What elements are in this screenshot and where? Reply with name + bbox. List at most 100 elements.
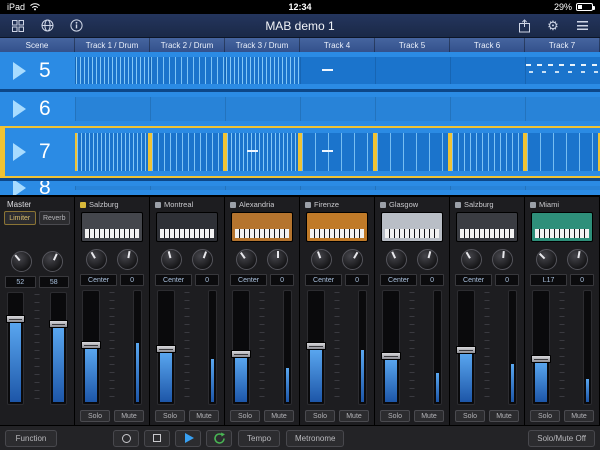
solo-button[interactable]: Solo [380, 410, 410, 422]
channel-knob-1[interactable] [161, 249, 182, 270]
info-icon[interactable] [68, 18, 84, 34]
clip-s6-t2[interactable] [150, 97, 225, 121]
level-display[interactable]: 0 [120, 274, 144, 286]
menu-icon[interactable] [574, 18, 590, 34]
clip-s8-t2[interactable] [150, 186, 225, 190]
channel-knob-1[interactable] [461, 249, 482, 270]
channel-knob-1[interactable] [86, 249, 107, 270]
gadget-thumbnail[interactable] [81, 212, 143, 242]
channel-fader-area[interactable] [307, 290, 367, 405]
clip-s8-t1[interactable] [75, 186, 150, 190]
track-header-7[interactable]: Track 7 [525, 38, 600, 52]
solo-button[interactable]: Solo [155, 410, 185, 422]
gadget-thumbnail[interactable] [381, 212, 443, 242]
mute-button[interactable]: Mute [189, 410, 219, 422]
pan-display[interactable]: Center [305, 274, 342, 286]
pan-display[interactable]: Center [455, 274, 492, 286]
track-header-scene[interactable]: Scene [0, 38, 75, 52]
limiter-button[interactable]: Limiter [4, 211, 36, 225]
scene-matrix-icon[interactable] [10, 18, 26, 34]
pan-display[interactable]: L17 [530, 274, 567, 286]
clip-s5-t3[interactable] [225, 57, 300, 84]
clip-s8-t3[interactable] [225, 186, 300, 190]
level-fader[interactable] [532, 290, 550, 405]
level-fader[interactable] [307, 290, 325, 405]
level-display[interactable]: 0 [495, 274, 519, 286]
channel-fader-area[interactable] [82, 290, 142, 405]
clip-s5-t5[interactable] [375, 57, 450, 84]
channel-knob-2[interactable] [417, 249, 438, 270]
clip-s5-t7[interactable] [525, 57, 600, 84]
master-fader-right[interactable] [50, 292, 67, 405]
clip-s7-t6[interactable] [450, 133, 525, 171]
clip-s6-t6[interactable] [450, 97, 525, 121]
solo-button[interactable]: Solo [230, 410, 260, 422]
master-faders[interactable] [7, 292, 67, 405]
channel-knob-2[interactable] [267, 249, 288, 270]
scene-play-button-7[interactable] [13, 143, 26, 161]
gadget-thumbnail[interactable] [156, 212, 218, 242]
mute-button[interactable]: Mute [489, 410, 519, 422]
track-header-1[interactable]: Track 1 / Drum [75, 38, 150, 52]
level-fader[interactable] [82, 290, 100, 405]
scene-play-button-6[interactable] [13, 100, 26, 118]
channel-fader-area[interactable] [232, 290, 292, 405]
export-icon[interactable] [516, 18, 532, 34]
clip-s7-t3[interactable] [225, 133, 300, 171]
settings-gear-icon[interactable]: ⚙ [545, 18, 561, 34]
clip-s5-t2[interactable] [150, 57, 225, 84]
channel-knob-2[interactable] [492, 249, 513, 270]
channel-knob-2[interactable] [342, 249, 363, 270]
channel-fader-area[interactable] [457, 290, 517, 405]
metronome-button[interactable]: Metronome [286, 430, 344, 447]
clip-s6-t3[interactable] [225, 97, 300, 121]
mute-button[interactable]: Mute [564, 410, 594, 422]
clip-s6-t4[interactable] [300, 97, 375, 121]
track-header-2[interactable]: Track 2 / Drum [150, 38, 225, 52]
mute-button[interactable]: Mute [114, 410, 144, 422]
clip-s7-t5[interactable] [375, 133, 450, 171]
clip-s7-t4[interactable] [300, 133, 375, 171]
clip-s6-t7[interactable] [525, 97, 600, 121]
mute-button[interactable]: Mute [264, 410, 294, 422]
reverb-button[interactable]: Reverb [39, 211, 71, 225]
gadget-thumbnail[interactable] [456, 212, 518, 242]
track-header-3[interactable]: Track 3 / Drum [225, 38, 300, 52]
channel-knob-1[interactable] [536, 249, 557, 270]
channel-knob-2[interactable] [117, 249, 138, 270]
scene-play-button-5[interactable] [13, 62, 26, 80]
solo-mute-off-button[interactable]: Solo/Mute Off [528, 430, 595, 447]
gadget-thumbnail[interactable] [531, 212, 593, 242]
clip-s8-t5[interactable] [375, 186, 450, 190]
solo-button[interactable]: Solo [530, 410, 560, 422]
mute-button[interactable]: Mute [339, 410, 369, 422]
function-button[interactable]: Function [5, 430, 57, 447]
solo-button[interactable]: Solo [80, 410, 110, 422]
level-display[interactable]: 0 [570, 274, 594, 286]
level-fader[interactable] [457, 290, 475, 405]
channel-fader-area[interactable] [532, 290, 592, 405]
track-header-5[interactable]: Track 5 [375, 38, 450, 52]
level-fader[interactable] [232, 290, 250, 405]
solo-button[interactable]: Solo [455, 410, 485, 422]
gadget-thumbnail[interactable] [306, 212, 368, 242]
clip-s7-t2[interactable] [150, 133, 225, 171]
record-button[interactable] [113, 430, 139, 447]
clip-s5-t1[interactable] [75, 57, 150, 84]
master-fader-left[interactable] [7, 292, 24, 405]
pan-display[interactable]: Center [80, 274, 117, 286]
master-knob-2[interactable] [42, 251, 63, 272]
level-display[interactable]: 0 [420, 274, 444, 286]
clip-s6-t5[interactable] [375, 97, 450, 121]
channel-knob-1[interactable] [236, 249, 257, 270]
channel-knob-1[interactable] [386, 249, 407, 270]
track-header-4[interactable]: Track 4 [300, 38, 375, 52]
channel-fader-area[interactable] [382, 290, 442, 405]
tempo-button[interactable]: Tempo [238, 430, 280, 447]
pan-display[interactable]: Center [155, 274, 192, 286]
level-fader[interactable] [382, 290, 400, 405]
mute-button[interactable]: Mute [414, 410, 444, 422]
clip-s8-t6[interactable] [450, 186, 525, 190]
scene-play-button-8[interactable] [13, 179, 26, 195]
stop-button[interactable] [144, 430, 170, 447]
